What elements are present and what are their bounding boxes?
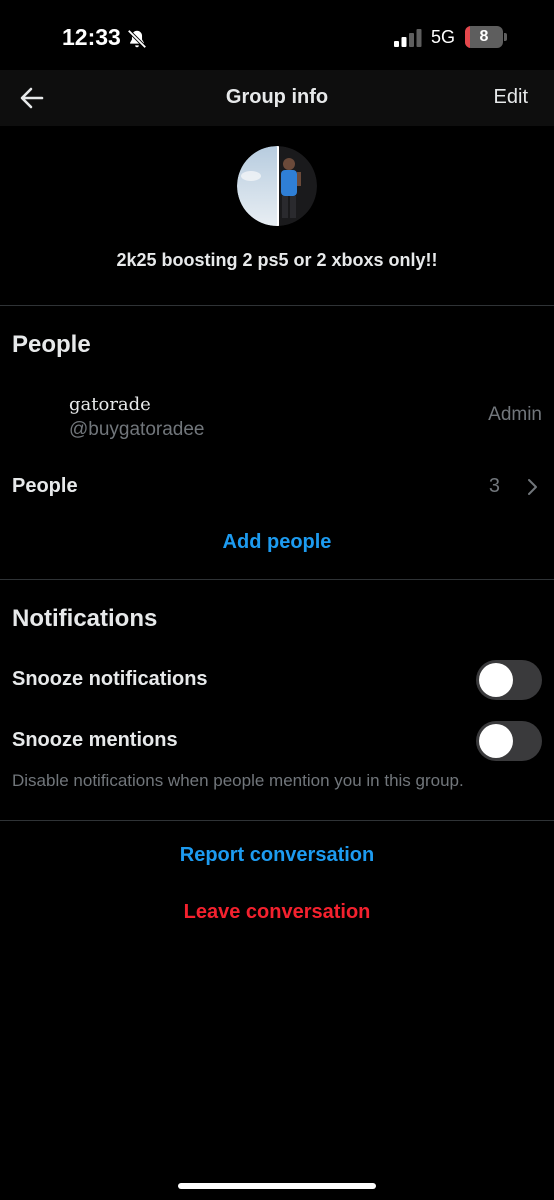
- signal-icon: [394, 29, 422, 47]
- mentions-helper-text: Disable notifications when people mentio…: [12, 771, 464, 790]
- group-name: 2k25 boosting 2 ps5 or 2 xboxs only!!: [116, 250, 438, 270]
- edit-button[interactable]: Edit: [494, 86, 528, 109]
- section-divider: [0, 820, 554, 821]
- snooze-mentions-toggle[interactable]: [476, 721, 542, 761]
- group-avatar: [237, 146, 317, 226]
- status-bar: 12:33 5G 8: [0, 0, 554, 76]
- home-indicator: [178, 1183, 376, 1189]
- network-type: 5G: [431, 27, 456, 47]
- battery-icon: 8: [465, 26, 507, 48]
- member-role-badge: Admin: [488, 404, 542, 425]
- section-divider: [0, 579, 554, 580]
- chevron-right-icon: [528, 479, 537, 495]
- status-time: 12:33: [62, 24, 121, 50]
- member-handle: @buygatoradee: [69, 419, 205, 440]
- people-count: 3: [488, 475, 500, 497]
- leave-conversation-button[interactable]: Leave conversation: [0, 901, 554, 924]
- page-title: Group info: [225, 86, 329, 108]
- notifications-heading: Notifications: [12, 605, 158, 632]
- snooze-notifications-label: Snooze notifications: [12, 668, 208, 690]
- member-name: gatorade: [69, 394, 151, 415]
- section-divider: [0, 305, 554, 306]
- nav-bar: Group info Edit: [0, 70, 554, 126]
- snooze-notifications-toggle[interactable]: [476, 660, 542, 700]
- snooze-mentions-label: Snooze mentions: [12, 729, 178, 751]
- bell-slash-icon: [127, 29, 147, 49]
- people-row-label: People: [12, 475, 78, 497]
- people-heading: People: [12, 331, 91, 358]
- report-conversation-button[interactable]: Report conversation: [0, 844, 554, 867]
- battery-level: 8: [479, 28, 489, 45]
- group-info-screen: 12:33 5G 8 Group info Edit 2k25 boosting…: [0, 0, 554, 1200]
- add-people-button[interactable]: Add people: [0, 531, 554, 554]
